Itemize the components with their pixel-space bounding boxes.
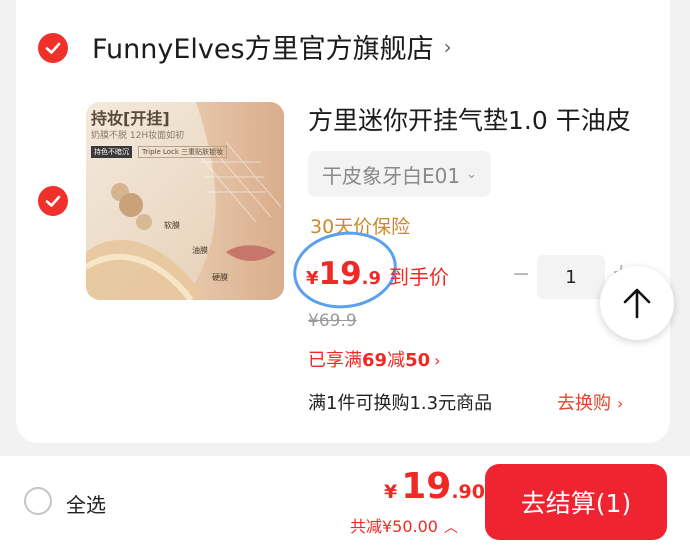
arrow-up-icon	[623, 288, 651, 319]
image-layer-label: 油膜	[192, 246, 208, 255]
checkout-bar: 全选 ¥ 19 .90 共减¥50.00 ︿ 去结算(1)	[0, 456, 690, 551]
total-price: ¥ 19 .90	[384, 466, 485, 507]
promo-threshold: 69	[362, 350, 388, 371]
original-price: ¥69.9	[308, 311, 357, 331]
image-badge: Triple Lock 三重贴肤锁妆	[138, 146, 228, 158]
back-to-top-button[interactable]	[600, 266, 674, 340]
image-layer-label: 软膜	[164, 221, 180, 230]
promo-link[interactable]: 已享满69减50 ›	[308, 346, 441, 372]
total-decimal: .90	[451, 481, 486, 503]
store-checkbox[interactable]	[38, 33, 68, 63]
product-image[interactable]: 持妆[开挂] 奶膜不脱 12H妆面如初 持色不暗沉 Triple Lock 三重…	[86, 102, 284, 300]
price-label: 到手价	[389, 265, 450, 289]
sku-selector[interactable]: 干皮象牙白E01 ⌄	[308, 151, 491, 197]
check-icon	[45, 195, 61, 207]
price-currency: ¥	[306, 268, 319, 289]
chevron-up-icon: ︿	[444, 520, 458, 536]
image-tag-text: 持妆[开挂]	[91, 109, 170, 128]
exchange-info: 满1件可换购1.3元商品	[308, 393, 493, 414]
select-all-label[interactable]: 全选	[66, 489, 106, 518]
total-integer: 19	[401, 466, 452, 507]
quantity-input[interactable]: 1	[537, 255, 605, 299]
chevron-right-icon: ›	[434, 351, 441, 370]
product-title[interactable]: 方里迷你开挂气垫1.0 干油皮	[308, 101, 631, 137]
price-integer: 19	[318, 256, 362, 292]
exchange-link[interactable]: 去换购 ›	[557, 389, 623, 415]
sku-value: 干皮象牙白E01	[322, 163, 461, 188]
store-name-link[interactable]: FunnyElves方里官方旗舰店 ›	[92, 27, 452, 66]
promo-mid: 减	[387, 350, 406, 371]
checkout-button[interactable]: 去结算(1)	[485, 464, 667, 540]
savings-text: 共减¥50.00	[350, 517, 438, 536]
store-name: FunnyElves方里官方旗舰店	[92, 34, 434, 65]
quantity-decrease-button[interactable]: −	[512, 262, 530, 287]
total-currency: ¥	[384, 481, 398, 503]
image-badge: 持色不暗沉	[91, 146, 132, 158]
check-icon	[45, 42, 61, 54]
chevron-right-icon: ›	[443, 34, 452, 59]
promo-prefix: 已享满	[308, 350, 362, 371]
image-subtitle: 奶膜不脱 12H妆面如初	[91, 131, 185, 141]
price-decimal: .9	[361, 268, 382, 289]
chevron-right-icon: ›	[617, 394, 624, 413]
image-layer-label: 硬膜	[212, 273, 228, 282]
chevron-down-icon: ⌄	[466, 166, 477, 182]
final-price: ¥ 19 .9 到手价	[306, 256, 449, 292]
savings-detail-toggle[interactable]: 共减¥50.00 ︿	[350, 513, 458, 537]
select-all-radio[interactable]	[24, 487, 52, 515]
promo-amount: 50	[405, 350, 431, 371]
item-checkbox[interactable]	[38, 186, 68, 216]
exchange-link-label: 去换购	[557, 393, 611, 414]
